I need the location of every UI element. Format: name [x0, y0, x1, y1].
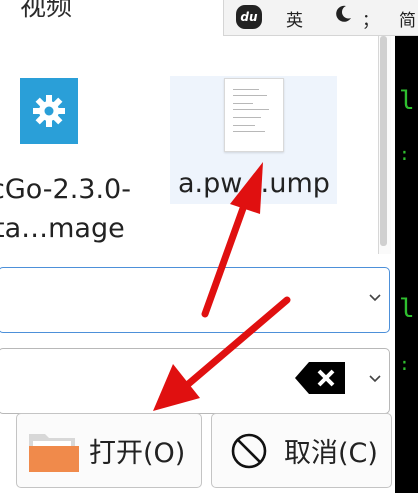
gear-icon[interactable]: [20, 78, 78, 144]
file-type-filter-combo[interactable]: [0, 348, 390, 414]
background-terminal: l : l :: [395, 36, 418, 493]
cancel-button[interactable]: 取消(C): [211, 413, 392, 488]
cancel-circle-slash-icon: [230, 432, 268, 470]
ime-simplified-toggle[interactable]: 简: [399, 6, 416, 31]
filename-combo[interactable]: [0, 267, 390, 333]
document-icon[interactable]: [224, 78, 284, 152]
file-item-name[interactable]: a.pw…ump: [178, 166, 330, 202]
terminal-glyph: :: [399, 354, 410, 375]
ime-punctuation-toggle[interactable]: ；: [362, 6, 379, 31]
ime-toolbar: du 英 ； 简: [223, 0, 418, 36]
backspace-clear-icon[interactable]: [295, 362, 347, 394]
ime-english-mode-toggle[interactable]: 英: [286, 6, 303, 31]
open-button[interactable]: 打开(O): [16, 413, 202, 488]
terminal-glyph: :: [399, 144, 410, 165]
chevron-down-icon[interactable]: [369, 371, 381, 387]
moon-icon[interactable]: [336, 5, 352, 28]
open-button-label: 打开(O): [89, 438, 186, 469]
dialog-section-title: 视频: [20, 0, 73, 22]
file-item-name-line2[interactable]: ta…mage: [0, 211, 125, 247]
scrollbar-thumb[interactable]: [380, 36, 387, 246]
terminal-glyph: l: [399, 294, 415, 324]
terminal-glyph: l: [399, 86, 415, 116]
chevron-down-icon[interactable]: [369, 290, 381, 306]
baidu-ime-logo-icon[interactable]: du: [236, 5, 262, 29]
file-item-name-line1[interactable]: cGo-2.3.0-: [0, 172, 131, 208]
folder-icon: [27, 428, 81, 474]
cancel-button-label: 取消(C): [284, 438, 378, 469]
